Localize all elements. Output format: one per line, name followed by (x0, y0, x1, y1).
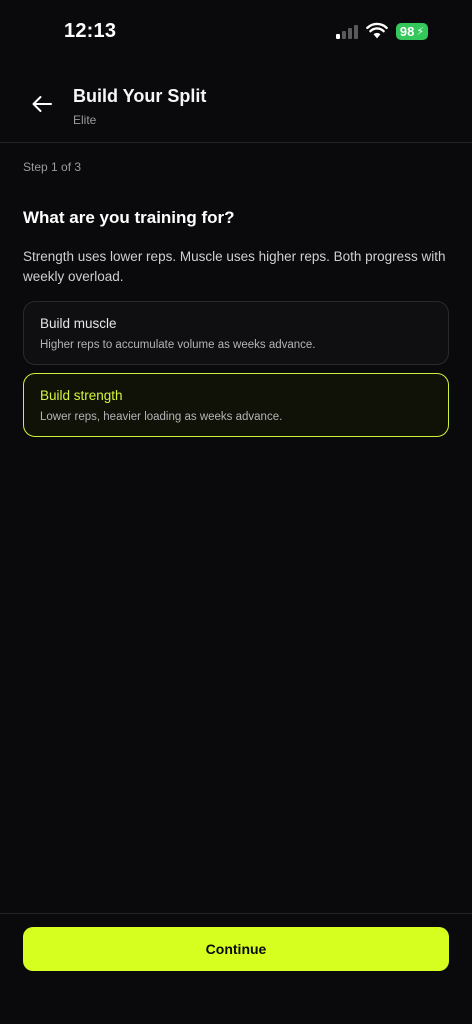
status-bar: 12:13 98 ⚡ (0, 0, 472, 64)
question-description: Strength uses lower reps. Muscle uses hi… (23, 249, 446, 284)
footer-divider (0, 913, 472, 914)
option-title: Build strength (40, 388, 123, 403)
app-header: Build Your Split Elite (0, 64, 472, 143)
question-heading: What are you training for? (23, 208, 235, 227)
option-title: Build muscle (40, 316, 117, 331)
page-title: Build Your Split (73, 86, 207, 106)
step-indicator: Step 1 of 3 (23, 160, 82, 174)
option-build-muscle[interactable]: Build muscle Higher reps to accumulate v… (23, 301, 449, 365)
option-build-strength[interactable]: Build strength Lower reps, heavier loadi… (23, 373, 449, 437)
wifi-icon (366, 22, 388, 39)
charging-bolt-icon: ⚡ (416, 26, 425, 38)
battery-level: 98 (399, 24, 415, 39)
build-split-screen: 12:13 98 ⚡ Build Your Split Elite Step 1… (0, 0, 472, 1024)
battery-indicator: 98 ⚡ (396, 23, 428, 40)
status-time: 12:13 (64, 20, 117, 42)
option-description: Higher reps to accumulate volume as week… (40, 339, 316, 351)
option-description: Lower reps, heavier loading as weeks adv… (40, 411, 283, 423)
page-subtitle: Elite (73, 113, 97, 127)
cellular-signal-icon (336, 24, 358, 39)
continue-button[interactable]: Continue (23, 927, 449, 971)
arrow-left-icon (32, 96, 52, 112)
back-button[interactable] (26, 88, 58, 120)
